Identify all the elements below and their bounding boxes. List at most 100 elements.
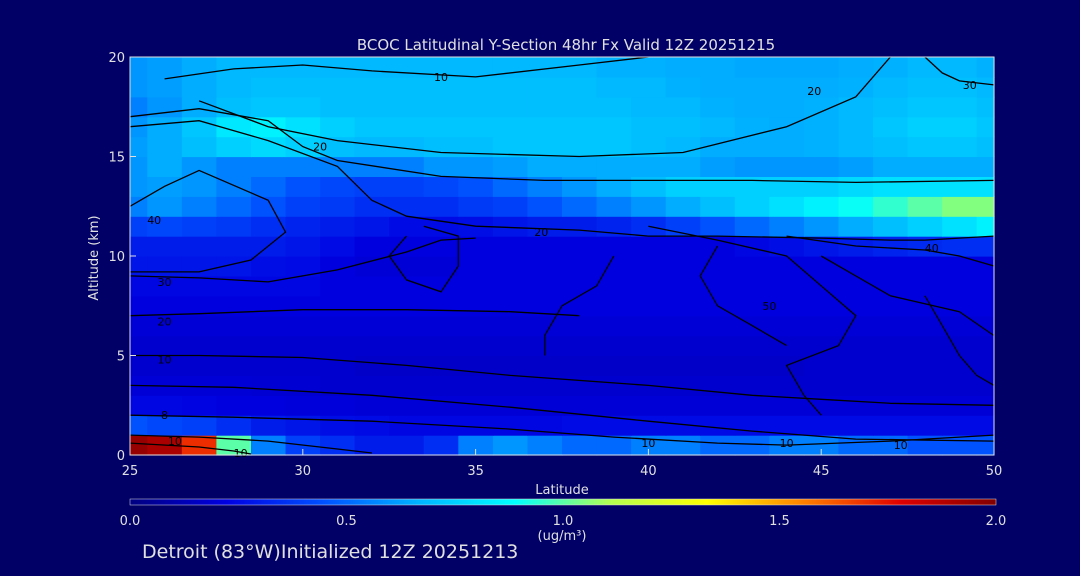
field-cell — [181, 76, 217, 98]
field-cell — [631, 176, 667, 197]
field-cell — [734, 275, 770, 297]
field-cell — [976, 236, 995, 257]
field-cell — [596, 136, 632, 158]
field-cell — [389, 96, 425, 118]
field-cell — [665, 275, 701, 297]
field-cell — [423, 295, 459, 317]
field-cell — [250, 96, 287, 118]
field-cell — [803, 116, 840, 138]
field-cell — [181, 216, 217, 237]
field-cell — [423, 355, 459, 376]
field-cell — [181, 395, 217, 416]
field-cell — [769, 216, 805, 237]
field-cell — [130, 236, 148, 257]
colorbar-unit-label: (ug/m³) — [538, 529, 587, 544]
field-cell — [942, 415, 978, 436]
field-cell — [803, 315, 840, 337]
field-cell — [354, 136, 390, 158]
field-cell — [907, 275, 943, 297]
field-cell — [354, 415, 390, 436]
field-cell — [562, 355, 598, 376]
field-cell — [942, 395, 978, 416]
field-cell — [803, 196, 840, 217]
field-cell — [216, 76, 252, 98]
field-cell — [285, 156, 321, 177]
field-cell — [873, 375, 909, 396]
field-cell — [907, 176, 943, 197]
field-cell — [976, 256, 995, 277]
field-cell — [734, 375, 770, 396]
field-cell — [389, 315, 425, 337]
field-cell — [976, 275, 995, 297]
field-cell — [596, 315, 632, 337]
field-cell — [423, 275, 459, 297]
field-cell — [838, 76, 874, 98]
field-cell — [631, 76, 667, 98]
field-cell — [458, 176, 494, 197]
field-cell — [181, 116, 217, 138]
field-cell — [250, 275, 287, 297]
field-cell — [873, 216, 909, 237]
field-cell — [354, 96, 390, 118]
field-cell — [803, 216, 840, 237]
field-cell — [976, 415, 995, 436]
field-cell — [389, 216, 425, 237]
contour-label: 40 — [147, 214, 161, 227]
field-cell — [976, 156, 995, 177]
field-cell — [354, 315, 390, 337]
field-cell — [665, 355, 701, 376]
field-cell — [873, 275, 909, 297]
x-tick-label: 50 — [986, 464, 1003, 479]
colorbar — [129, 498, 997, 506]
field-cell — [181, 375, 217, 396]
field-cell — [320, 216, 356, 237]
field-cell — [130, 415, 148, 436]
field-cell — [803, 415, 840, 436]
field-cell — [527, 315, 563, 337]
field-cell — [596, 275, 632, 297]
field-cell — [665, 57, 701, 78]
field-cell — [734, 435, 770, 456]
field-cell — [527, 156, 563, 177]
field-cell — [527, 236, 563, 257]
field-cell — [216, 236, 252, 257]
field-cell — [665, 116, 701, 138]
field-cell — [976, 96, 995, 118]
field-cell — [216, 156, 252, 177]
field-cell — [907, 57, 943, 78]
field-cell — [596, 196, 632, 217]
field-cell — [562, 335, 598, 357]
field-cell — [320, 96, 356, 118]
field-cell — [700, 435, 736, 456]
field-cell — [527, 136, 563, 158]
field-cell — [734, 355, 770, 376]
field-cell — [907, 216, 943, 237]
field-cell — [389, 76, 425, 98]
field-cell — [354, 236, 390, 257]
field-cell — [803, 295, 840, 317]
field-cell — [458, 335, 494, 357]
field-cell — [423, 136, 459, 158]
field-cell — [389, 295, 425, 317]
field-cell — [907, 415, 943, 436]
field-cell — [769, 196, 805, 217]
field-cell — [250, 395, 287, 416]
field-cell — [976, 176, 995, 197]
colorbar-tick-label: 0.5 — [336, 514, 357, 529]
field-cell — [596, 295, 632, 317]
field-cell — [354, 435, 390, 456]
field-cell — [285, 295, 321, 317]
field-cell — [285, 375, 321, 396]
field-cell — [250, 335, 287, 357]
field-cell — [631, 116, 667, 138]
field-cell — [873, 57, 909, 78]
field-cell — [976, 355, 995, 376]
field-cell — [838, 176, 874, 197]
field-cell — [734, 156, 770, 177]
field-cell — [942, 176, 978, 197]
field-cell — [389, 236, 425, 257]
field-cell — [527, 256, 563, 277]
field-cell — [803, 96, 840, 118]
field-cell — [250, 295, 287, 317]
field-cell — [596, 256, 632, 277]
